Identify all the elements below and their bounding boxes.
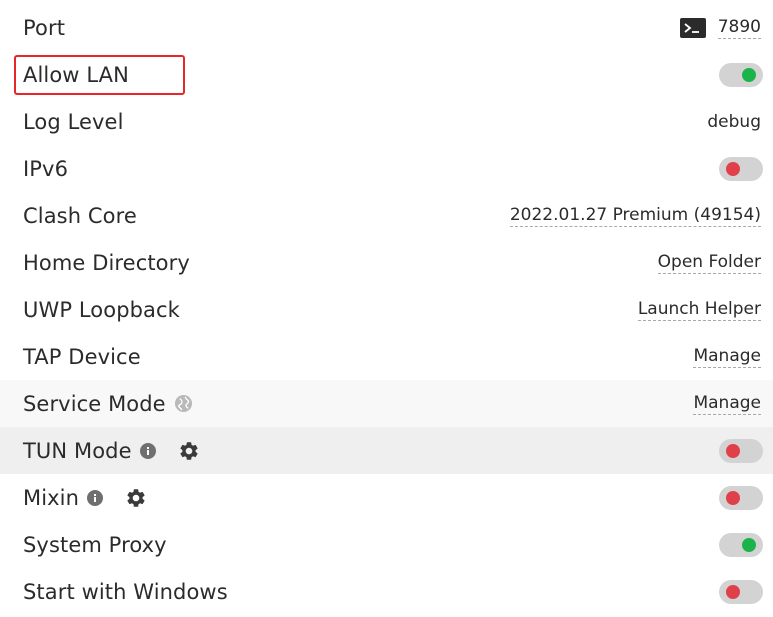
- uwp-loopback-label: UWP Loopback: [23, 297, 180, 322]
- mixin-label: Mixin: [23, 485, 80, 510]
- gear-icon[interactable]: [178, 440, 200, 462]
- toggle-knob: [726, 443, 740, 458]
- setting-row-log-level: Log Level debug: [0, 98, 773, 145]
- gear-icon[interactable]: [125, 487, 147, 509]
- mixin-toggle[interactable]: [719, 485, 763, 510]
- tap-device-label: TAP Device: [23, 344, 141, 369]
- start-with-windows-label: Start with Windows: [23, 579, 228, 604]
- toggle-knob: [726, 490, 740, 505]
- setting-row-clash-core: Clash Core 2022.01.27 Premium (49154): [0, 192, 773, 239]
- setting-row-start-with-windows: Start with Windows: [0, 568, 773, 615]
- service-mode-manage-link[interactable]: Manage: [693, 393, 761, 415]
- log-level-value[interactable]: debug: [707, 112, 761, 132]
- setting-row-service-mode: Service Mode Manage: [0, 380, 773, 427]
- allow-lan-toggle[interactable]: [719, 62, 763, 87]
- start-with-windows-toggle[interactable]: [719, 579, 763, 604]
- setting-row-port: Port 7890: [0, 4, 773, 51]
- log-level-label: Log Level: [23, 109, 124, 134]
- setting-row-allow-lan: Allow LAN: [0, 51, 773, 98]
- launch-helper-link[interactable]: Launch Helper: [637, 299, 761, 321]
- tap-device-manage-link[interactable]: Manage: [693, 346, 761, 368]
- toggle-knob: [742, 67, 756, 82]
- toggle-knob: [726, 584, 740, 599]
- ipv6-toggle[interactable]: [719, 156, 763, 181]
- setting-row-uwp-loopback: UWP Loopback Launch Helper: [0, 286, 773, 333]
- ipv6-label: IPv6: [23, 156, 69, 181]
- system-proxy-toggle[interactable]: [719, 532, 763, 557]
- tun-mode-label: TUN Mode: [23, 438, 132, 463]
- home-directory-label: Home Directory: [23, 250, 190, 275]
- open-folder-link[interactable]: Open Folder: [657, 252, 761, 274]
- globe-icon: [174, 394, 193, 413]
- port-value[interactable]: 7890: [717, 17, 761, 39]
- clash-core-label: Clash Core: [23, 203, 137, 228]
- allow-lan-label: Allow LAN: [23, 62, 129, 87]
- setting-row-home-directory: Home Directory Open Folder: [0, 239, 773, 286]
- tun-mode-toggle[interactable]: [719, 438, 763, 463]
- info-icon[interactable]: [139, 442, 156, 459]
- info-icon[interactable]: [87, 489, 104, 506]
- system-proxy-label: System Proxy: [23, 532, 167, 557]
- setting-row-system-proxy: System Proxy: [0, 521, 773, 568]
- service-mode-label: Service Mode: [23, 391, 166, 416]
- clash-core-value[interactable]: 2022.01.27 Premium (49154): [509, 205, 761, 227]
- port-label: Port: [23, 15, 66, 40]
- terminal-icon[interactable]: [679, 17, 706, 38]
- setting-row-tun-mode: TUN Mode: [0, 427, 773, 474]
- setting-row-mixin: Mixin: [0, 474, 773, 521]
- setting-row-ipv6: IPv6: [0, 145, 773, 192]
- toggle-knob: [726, 161, 740, 176]
- port-control: 7890: [679, 17, 761, 39]
- settings-list: Port 7890 Allow LAN Log Level debug IPv6…: [0, 4, 773, 615]
- setting-row-tap-device: TAP Device Manage: [0, 333, 773, 380]
- toggle-knob: [742, 537, 756, 552]
